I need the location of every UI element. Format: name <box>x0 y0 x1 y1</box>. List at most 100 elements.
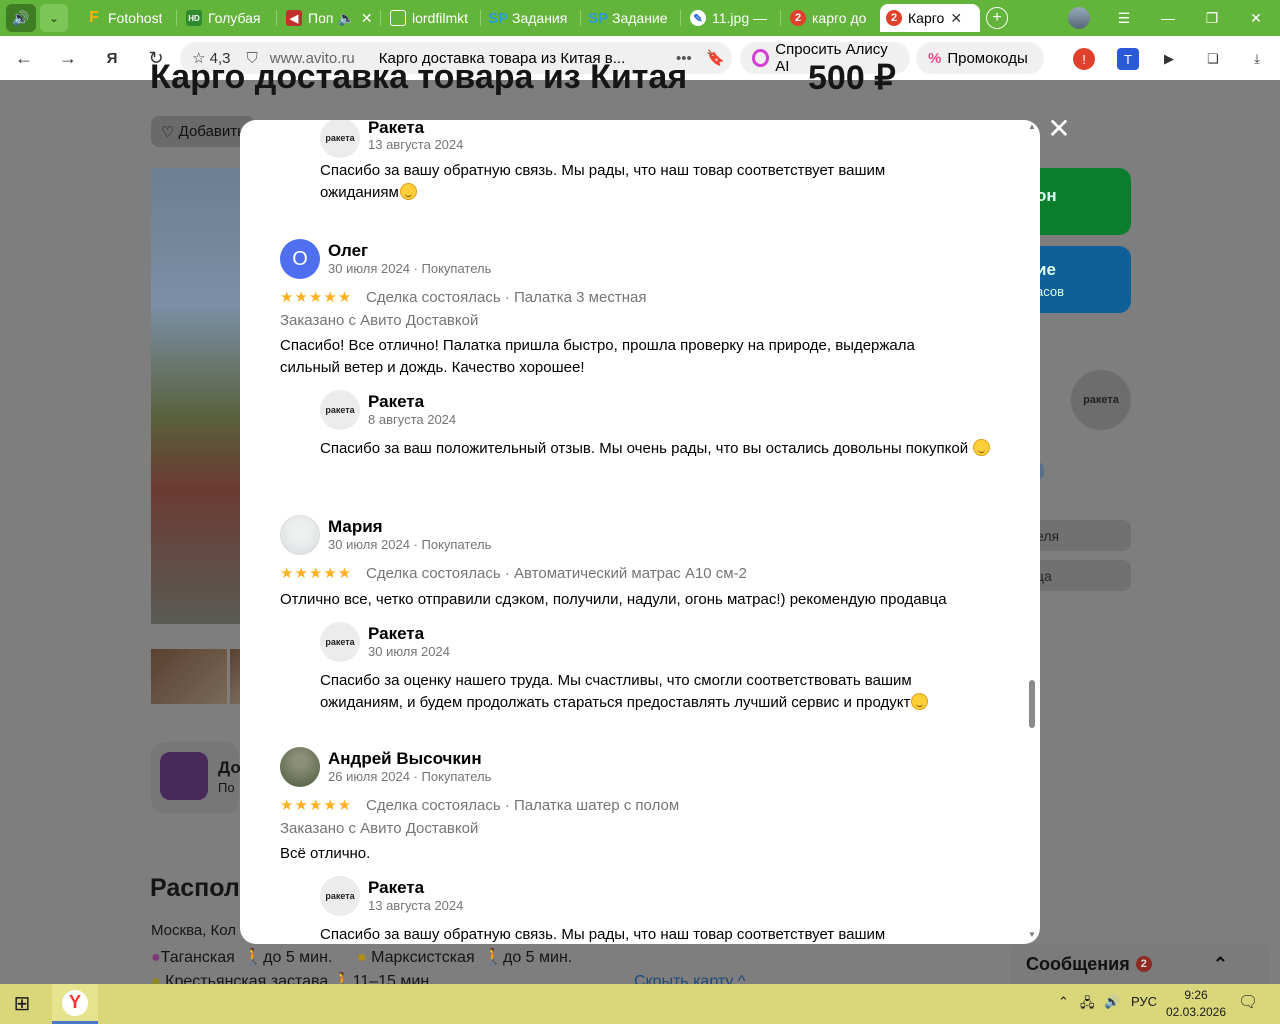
downloads-icon[interactable]: ⤓ <box>1246 48 1268 70</box>
close-modal-button[interactable]: ✕ <box>1046 115 1072 143</box>
tab-zadaniya[interactable]: SP Задания <box>484 4 580 32</box>
notifications-icon[interactable]: 🗨 <box>1238 992 1258 1012</box>
reply-author[interactable]: Ракета <box>368 392 424 412</box>
taskbar-yandex-browser[interactable]: Y <box>52 984 98 1024</box>
walk-icon: 🚶 <box>483 949 503 966</box>
windows-start-button[interactable]: ⊞ <box>10 992 34 1016</box>
extension-video-icon[interactable]: ▶ <box>1158 48 1180 70</box>
seller-avatar[interactable]: ракета <box>320 390 360 430</box>
mute-icon[interactable]: 🔈 <box>337 10 354 27</box>
sidebar-toggle-button[interactable]: 🔊 <box>6 4 36 32</box>
metro-dot-icon: ● <box>357 949 367 966</box>
tab-zadanie[interactable]: SP Задание <box>584 4 680 32</box>
arrow-left-icon: ← <box>15 47 33 68</box>
plus-icon: + <box>992 9 1002 26</box>
user-avatar[interactable] <box>280 515 320 555</box>
walk-icon: 🚶 <box>243 949 264 966</box>
reply-date: 13 августа 2024 <box>368 898 464 913</box>
photo-thumbnail[interactable] <box>230 649 240 704</box>
review-meta: 26 июля 2024 · Покупатель <box>328 769 492 784</box>
photo-thumbnail[interactable] <box>151 649 227 704</box>
user-avatar[interactable] <box>280 747 320 787</box>
tab-lordfilm[interactable]: lordfilmkt <box>384 4 476 32</box>
deal-info: Сделка состоялась · Палатка шатер с поло… <box>366 797 680 814</box>
reply-author[interactable]: Ракета <box>368 120 424 138</box>
tab-pop[interactable]: ◀ Поп 🔈 ✕ <box>280 4 376 32</box>
metro-dot-icon: ● <box>151 973 161 984</box>
tab-fotohost[interactable]: F Fotohost <box>80 4 172 32</box>
reply-date: 30 июля 2024 <box>368 644 450 659</box>
promocodes-button[interactable]: % Промокоды <box>916 42 1044 74</box>
yandex-button[interactable]: Я <box>98 44 126 72</box>
reply-date: 8 августа 2024 <box>368 412 457 427</box>
walk-icon: 🚶 <box>332 973 353 984</box>
address-text: Москва, Кол <box>151 922 237 939</box>
seller-avatar[interactable]: ракета <box>320 876 360 916</box>
system-clock[interactable]: 9:26 02.03.2026 <box>1160 987 1232 1021</box>
new-tab-button[interactable]: + <box>986 7 1008 29</box>
volume-icon[interactable]: 🔊 <box>1104 994 1120 1010</box>
review-author[interactable]: Олег <box>328 241 368 261</box>
reviews-list[interactable]: ракета Ракета 13 августа 2024 Спасибо за… <box>240 120 1040 944</box>
location-heading: Распол <box>150 874 240 902</box>
promo-card-icon <box>160 752 208 800</box>
reply-text: Спасибо за оценку нашего труда. Мы счаст… <box>320 670 990 714</box>
arrow-right-icon: → <box>59 47 77 68</box>
chevron-up-icon[interactable]: ⌃ <box>1213 954 1228 975</box>
extension-collections-icon[interactable]: ❏ <box>1202 48 1224 70</box>
messages-count-badge: 2 <box>1135 956 1152 972</box>
seller-avatar[interactable]: ракета <box>320 120 360 158</box>
smile-emoji-icon <box>973 439 991 456</box>
seller-logo[interactable]: ракета <box>1071 370 1131 430</box>
network-icon[interactable]: 🖧 <box>1080 994 1095 1016</box>
close-icon: ✕ <box>1250 9 1262 26</box>
tray-expand-icon[interactable]: ⌃ <box>1058 994 1069 1010</box>
reply-text: Спасибо за вашу обратную связь. Мы рады,… <box>320 162 886 201</box>
seller-avatar[interactable]: ракета <box>320 622 360 662</box>
listing-title: Карго доставка товара из Китая <box>150 58 688 96</box>
bookmark-icon[interactable]: 🔖 <box>706 49 725 67</box>
restore-button[interactable]: ❐ <box>1192 4 1232 32</box>
close-tab-icon[interactable]: ✕ <box>361 10 373 27</box>
messages-bar[interactable]: Сообщения 2 ⌃ <box>1010 944 1270 984</box>
smile-emoji-icon <box>911 693 929 710</box>
scrollbar-thumb[interactable] <box>1029 680 1035 728</box>
reply-author[interactable]: Ракета <box>368 624 424 644</box>
review-item: Мария 30 июля 2024 · Покупатель ★★★★★ Сд… <box>280 515 1000 610</box>
delivery-info: Заказано с Авито Доставкой <box>280 820 479 837</box>
reply-text: Спасибо за вашу обратную связь. Мы рады,… <box>320 926 886 943</box>
rating-stars-icon: ★★★★★ <box>280 289 353 306</box>
tab-kargo-active[interactable]: 2 Карго ✕ <box>880 4 980 32</box>
tab-11jpg[interactable]: ✎ 11.jpg — <box>684 4 780 32</box>
menu-button[interactable]: ☰ <box>1104 4 1144 32</box>
review-item: Андрей Высочкин 26 июля 2024 · Покупател… <box>280 747 1000 867</box>
tabs-dropdown-button[interactable]: ⌄ <box>40 4 68 32</box>
tab-bar: 🔊 ⌄ F Fotohost HD Голубая ◀ Поп 🔈 ✕ lord… <box>0 0 1280 36</box>
back-button[interactable]: ← <box>10 44 38 72</box>
listing-photo[interactable] <box>151 168 251 624</box>
extension-translate-icon[interactable]: T <box>1117 48 1139 70</box>
forward-button[interactable]: → <box>54 44 82 72</box>
seller-reply: ракета Ракета 13 августа 2024 Спасибо за… <box>320 876 1000 944</box>
rating-stars-icon: ★★★★★ <box>280 797 353 814</box>
review-item: О Олег 30 июля 2024 · Покупатель ★★★★★ С… <box>280 239 1000 379</box>
scroll-up-icon[interactable]: ▲ <box>1028 122 1036 131</box>
hide-map-link[interactable]: Скрыть карту ^ <box>634 973 745 984</box>
metro-dot-icon: ● <box>151 949 161 966</box>
extension-antivirus-icon[interactable]: ! <box>1073 48 1095 70</box>
review-author[interactable]: Андрей Высочкин <box>328 749 482 769</box>
profile-avatar[interactable] <box>1068 7 1090 29</box>
scroll-down-icon[interactable]: ▼ <box>1028 930 1036 939</box>
close-window-button[interactable]: ✕ <box>1236 4 1276 32</box>
reply-author[interactable]: Ракета <box>368 878 424 898</box>
review-author[interactable]: Мария <box>328 517 383 537</box>
close-tab-icon[interactable]: ✕ <box>950 10 962 27</box>
review-meta: 30 июля 2024 · Покупатель <box>328 261 492 276</box>
tab-kargo-1[interactable]: 2 карго до <box>784 4 876 32</box>
minimize-button[interactable]: — <box>1148 4 1188 32</box>
document-icon <box>390 10 406 26</box>
tab-golubaya[interactable]: HD Голубая <box>180 4 272 32</box>
metro-station: ● Марксистская 🚶до 5 мин. <box>357 949 573 966</box>
language-indicator[interactable]: РУС <box>1131 994 1157 1009</box>
user-avatar[interactable]: О <box>280 239 320 279</box>
